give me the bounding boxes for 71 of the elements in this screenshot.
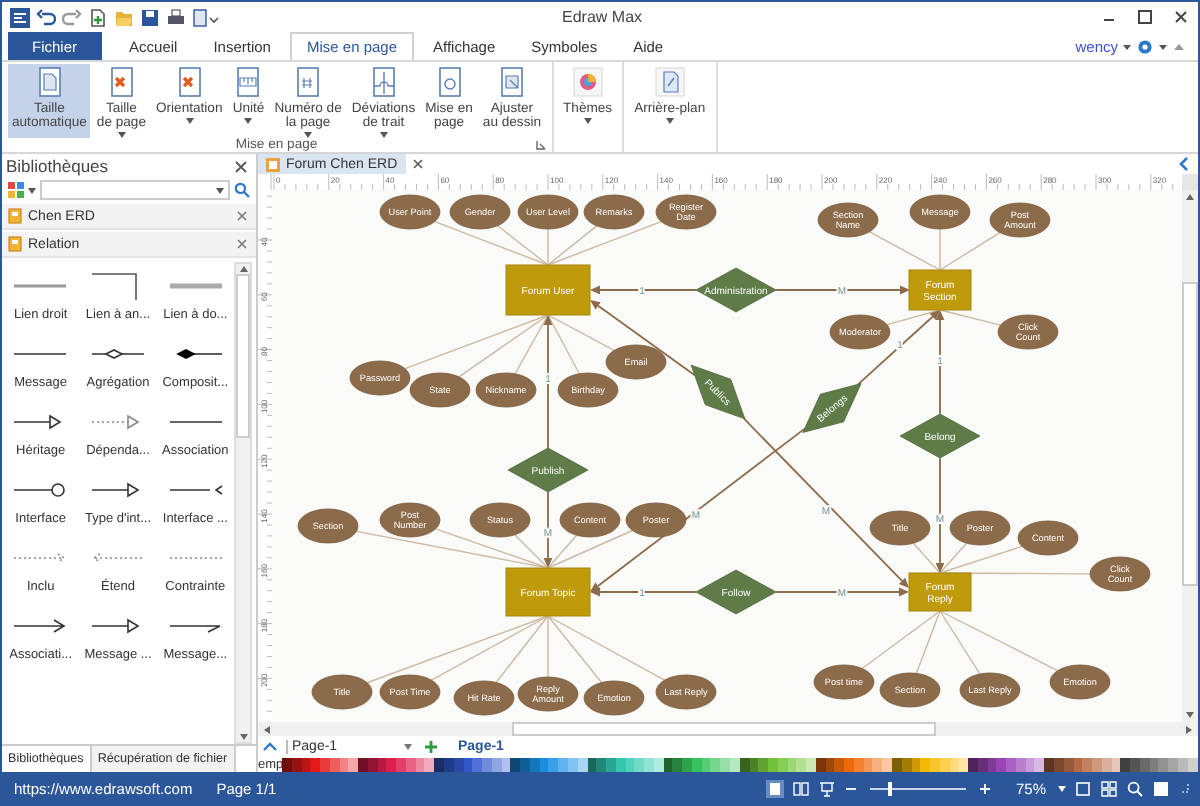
caret-icon[interactable]	[28, 187, 36, 193]
caret-icon	[665, 118, 674, 124]
maximize-icon[interactable]	[1136, 8, 1154, 26]
scroll-up-icon[interactable]	[1184, 192, 1196, 202]
scroll-down-icon[interactable]	[237, 732, 249, 742]
scroll-right-icon[interactable]	[1184, 723, 1194, 735]
grid-view-icon[interactable]	[1100, 779, 1118, 797]
connector-line	[886, 309, 941, 326]
line-hop-icon	[367, 66, 400, 98]
connector-arrow	[590, 285, 697, 295]
resize-grip-icon	[1178, 782, 1190, 794]
save-icon[interactable]	[140, 7, 160, 27]
fit-page-icon[interactable]	[1074, 779, 1092, 797]
caret-icon	[583, 118, 592, 124]
panel-title: Bibliothèques	[6, 156, 109, 176]
connector-arrow	[935, 457, 945, 573]
dialog-launcher-icon[interactable]	[535, 140, 546, 150]
page-size-icon	[105, 66, 138, 98]
color-palette[interactable]	[282, 757, 1198, 771]
caret-icon	[117, 132, 126, 138]
search-field[interactable]	[40, 180, 230, 200]
undo-icon[interactable]	[36, 7, 56, 27]
add-icon[interactable]	[424, 739, 438, 753]
scrollbar[interactable]	[234, 262, 252, 744]
page-setup-icon	[433, 66, 466, 98]
ruler-corner	[258, 174, 272, 190]
app-logo-icon[interactable]	[10, 7, 30, 27]
full-screen-icon[interactable]	[1152, 779, 1170, 797]
window-title: Edraw Max	[562, 8, 643, 26]
chevron-left-icon[interactable]	[1178, 156, 1190, 172]
diagram-canvas[interactable]	[272, 190, 1182, 722]
settings-icon[interactable]	[1136, 37, 1154, 55]
page-view-icon[interactable]	[765, 779, 784, 797]
caret-icon	[379, 132, 388, 138]
connector-arrow	[543, 491, 553, 568]
palette-icon	[571, 66, 604, 98]
caret-icon[interactable]	[1158, 41, 1168, 51]
new-file-icon[interactable]	[88, 7, 108, 27]
page-number-icon	[292, 66, 325, 98]
ruler-icon	[232, 66, 265, 98]
connector-arrow	[775, 285, 910, 295]
fit-drawing-icon	[495, 66, 528, 98]
search-icon[interactable]	[234, 182, 250, 198]
page-icon	[653, 66, 686, 98]
caret-icon[interactable]	[1122, 41, 1132, 51]
caret-icon	[244, 118, 253, 124]
scrollbar[interactable]	[258, 722, 1198, 736]
connector-arrow	[590, 300, 696, 377]
library-grid-icon[interactable]	[8, 182, 24, 198]
caret-icon	[185, 118, 194, 124]
scroll-left-icon[interactable]	[262, 723, 272, 735]
caret-icon[interactable]	[404, 743, 412, 749]
document-icon	[266, 157, 280, 171]
close-icon[interactable]	[234, 159, 248, 173]
zoom-in-icon[interactable]	[977, 781, 992, 795]
connector-arrow	[543, 315, 553, 449]
zoom-icon[interactable]	[1126, 779, 1144, 797]
caret-icon[interactable]	[216, 187, 224, 193]
orientation-icon	[173, 66, 206, 98]
page-resize-icon	[33, 66, 66, 98]
close-icon[interactable]	[411, 158, 424, 170]
scrollbar[interactable]	[1182, 190, 1198, 722]
caret-icon	[304, 132, 313, 138]
presentation-icon[interactable]	[817, 779, 836, 797]
export-icon[interactable]	[192, 7, 220, 27]
print-icon[interactable]	[166, 7, 186, 27]
caret-icon[interactable]	[1058, 785, 1066, 791]
chevron-up-icon[interactable]	[262, 740, 278, 752]
close-icon[interactable]	[1172, 8, 1190, 26]
connector-line	[939, 309, 1002, 326]
pages-view-icon[interactable]	[791, 779, 810, 797]
